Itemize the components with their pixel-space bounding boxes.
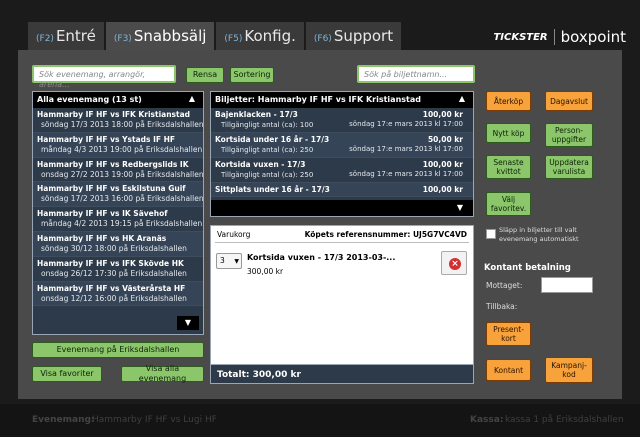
auto-admit-label: Släpp in biljetter till valt evenemang a… [499,226,579,243]
list-item[interactable]: Hammarby IF HF vs Västerårsta HF onsdag 1… [33,281,203,307]
presentkort-button[interactable]: Present- kort [486,322,531,346]
list-item[interactable]: Hammarby IF HF vs IFK Skövde HK onsdag 26… [33,257,203,282]
ticket-item[interactable]: Sittplats under 16 år - 17/3 100,00 kr [211,183,473,197]
ticket-item[interactable]: Kortsida vuxen - 17/3 Tillgängligt antal… [211,158,473,183]
received-label: Mottaget: [486,281,523,290]
quantity-select[interactable]: 3 ▼ [216,253,242,269]
cart-item-title: Kortsida vuxen - 17/3 2013-03-... [247,253,396,262]
dagavslut-button[interactable]: Dagavslut [545,91,593,111]
rensa-button[interactable]: Rensa [186,67,224,83]
cart-label: Varukorg [217,230,251,239]
reference-number: Köpets referensnummer: UJ5G7VC4VD [304,230,467,239]
list-item[interactable]: Hammarby IF HF vs Eskilstuna Guif söndag … [33,182,204,208]
tickets-panel: Biljetter: Hammarby IF HF vs IFK Kristia… [210,91,474,217]
tab-snabbsalj[interactable]: (F3) Snabbsälj [105,22,215,50]
scroll-up-icon[interactable]: ▲ [459,94,465,103]
scroll-down-icon[interactable]: ▼ [177,316,199,330]
ticket-item[interactable]: Kortsida under 16 år - 17/3 Tillgängligt… [211,133,473,158]
kassa-value: kassa 1 på Eriksdalshallen [505,415,624,425]
show-all-events-button[interactable]: Visa alla evenemang [121,364,204,383]
scroll-up-icon[interactable]: ▲ [189,94,195,103]
list-item[interactable]: Hammarby IF HF vs IK Sävehof måndag 4/2 2… [33,207,203,232]
uppdatera-varulista-button[interactable]: Uppdatera varulista [545,155,593,179]
events-panel: Alla evenemang (13 st) ▲ Hammarby IF HF … [32,91,204,335]
valj-favorit-button[interactable]: Välj favoritev. [486,192,531,216]
list-item[interactable]: Hammarby IF HF vs IFK Kristianstad söndag… [33,108,204,133]
tab-entre[interactable]: (F2) Entré [28,22,104,50]
kassa-label: Kassa: [470,415,504,425]
events-venue-button[interactable]: Evenemang på Eriksdalshallen [32,342,204,358]
tickster-logo: TICKSTER [493,31,548,43]
chevron-down-icon: ▼ [234,258,239,265]
received-input[interactable] [541,277,593,293]
senaste-kvittot-button[interactable]: Senaste kvittot [486,155,531,179]
status-bar: Evenemang: Hammarby IF HF vs Lugi HF Kas… [0,404,640,437]
personuppgifter-button[interactable]: Person- uppgifter [545,123,593,147]
events-header: Alla evenemang (13 st) ▲ [33,92,203,108]
kampanjkod-button[interactable]: Kampanj- kod [545,357,593,383]
list-item[interactable]: Hammarby IF HF vs Redbergslids IK onsdag … [33,158,204,183]
boxpoint-logo: boxpoint [560,28,626,46]
payment-title: Kontant betalning [484,263,571,273]
sortering-button[interactable]: Sortering [230,67,274,83]
tab-support[interactable]: (F6) Support [305,22,402,50]
kontant-button[interactable]: Kontant [486,359,531,381]
auto-admit-checkbox[interactable] [486,229,496,239]
main-tabs: (F2) Entré (F3) Snabbsälj (F5) Konfig. (F6)… [28,22,403,50]
scroll-down-icon[interactable]: ▼ [211,200,473,216]
shopping-cart: Varukorg Köpets referensnummer: UJ5G7VC4… [210,225,474,383]
event-search-input[interactable]: Sök evenemang, arrangör, arena... [32,65,176,89]
cart-total: Totalt: 300,00 kr [210,364,474,384]
remove-item-button[interactable]: × [441,251,467,275]
ticket-item[interactable]: Bajenklacken - 17/3 Tillgängligt antal (… [211,108,473,133]
list-item[interactable]: Hammarby IF HF vs Ystads IF HF måndag 4/3… [33,132,203,158]
event-value: Hammarby IF HF vs Lugi HF [92,415,217,425]
aterkop-button[interactable]: Återköp [486,91,531,111]
tickets-header: Biljetter: Hammarby IF HF vs IFK Kristia… [211,92,473,108]
change-label: Tillbaka: [486,302,518,311]
ticket-search-input[interactable]: Sök på biljettnamn... [357,65,475,83]
list-item[interactable]: Hammarby IF HF vs HK Aranäs söndag 30/12 … [33,231,203,257]
brand-logo: TICKSTER boxpoint [493,28,626,46]
divider [215,242,469,243]
brand-divider [553,29,555,45]
show-favorites-button[interactable]: Visa favoriter [32,366,102,382]
nytt-kop-button[interactable]: Nytt köp [486,123,531,143]
cart-item-price: 300,00 kr [247,267,284,276]
event-label: Evenemang: [32,415,95,425]
close-icon: × [449,258,461,270]
tab-konfig[interactable]: (F5) Konfig. [216,22,304,50]
